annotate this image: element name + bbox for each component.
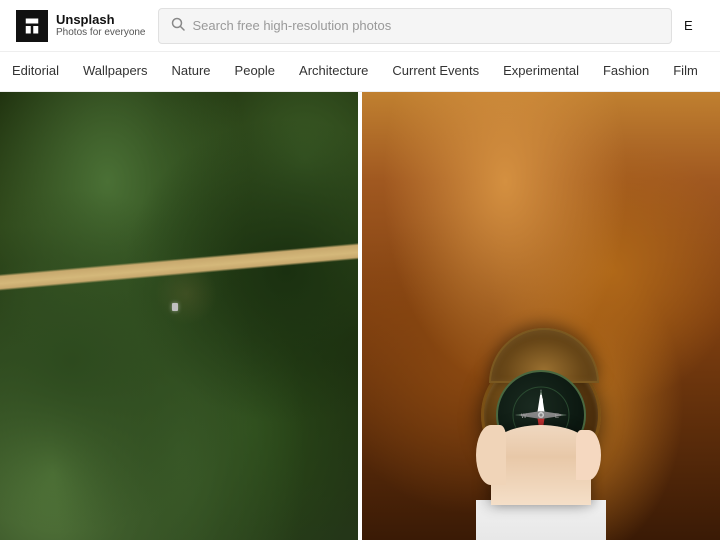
logo-area[interactable]: Unsplash Photos for everyone <box>16 10 146 42</box>
svg-text:W: W <box>521 414 527 420</box>
search-icon <box>171 17 185 34</box>
photo-col-2[interactable]: N S E W <box>362 92 720 540</box>
hand-compass-group: N S E W <box>476 315 606 540</box>
logo-name: Unsplash <box>56 12 146 28</box>
nav-item-editorial[interactable]: Editorial <box>4 52 71 91</box>
logo-tagline: Photos for everyone <box>56 27 146 39</box>
nav-item-health-wellness[interactable]: Health & Wellness <box>710 52 720 91</box>
header-right-link[interactable]: E <box>684 18 704 33</box>
nav-item-nature[interactable]: Nature <box>160 52 223 91</box>
nav-item-film[interactable]: Film <box>661 52 710 91</box>
search-input[interactable] <box>193 18 660 33</box>
search-bar[interactable] <box>158 8 673 44</box>
nav-item-fashion[interactable]: Fashion <box>591 52 661 91</box>
photo-grid: N S E W <box>0 92 720 540</box>
nav-item-wallpapers[interactable]: Wallpapers <box>71 52 160 91</box>
category-nav: EditorialWallpapersNaturePeopleArchitect… <box>0 52 720 92</box>
svg-text:E: E <box>555 414 559 420</box>
nav-item-current-events[interactable]: Current Events <box>380 52 491 91</box>
aerial-forest-photo[interactable] <box>0 92 358 540</box>
nav-item-experimental[interactable]: Experimental <box>491 52 591 91</box>
photo-col-1[interactable] <box>0 92 358 540</box>
nav-item-people[interactable]: People <box>223 52 287 91</box>
svg-text:N: N <box>539 399 543 405</box>
sleeve <box>476 500 606 540</box>
logo-text: Unsplash Photos for everyone <box>56 12 146 40</box>
nav-item-architecture[interactable]: Architecture <box>287 52 380 91</box>
header: Unsplash Photos for everyone E <box>0 0 720 52</box>
unsplash-logo-icon <box>16 10 48 42</box>
hand <box>491 425 591 505</box>
compass-hand-photo[interactable]: N S E W <box>362 92 720 540</box>
